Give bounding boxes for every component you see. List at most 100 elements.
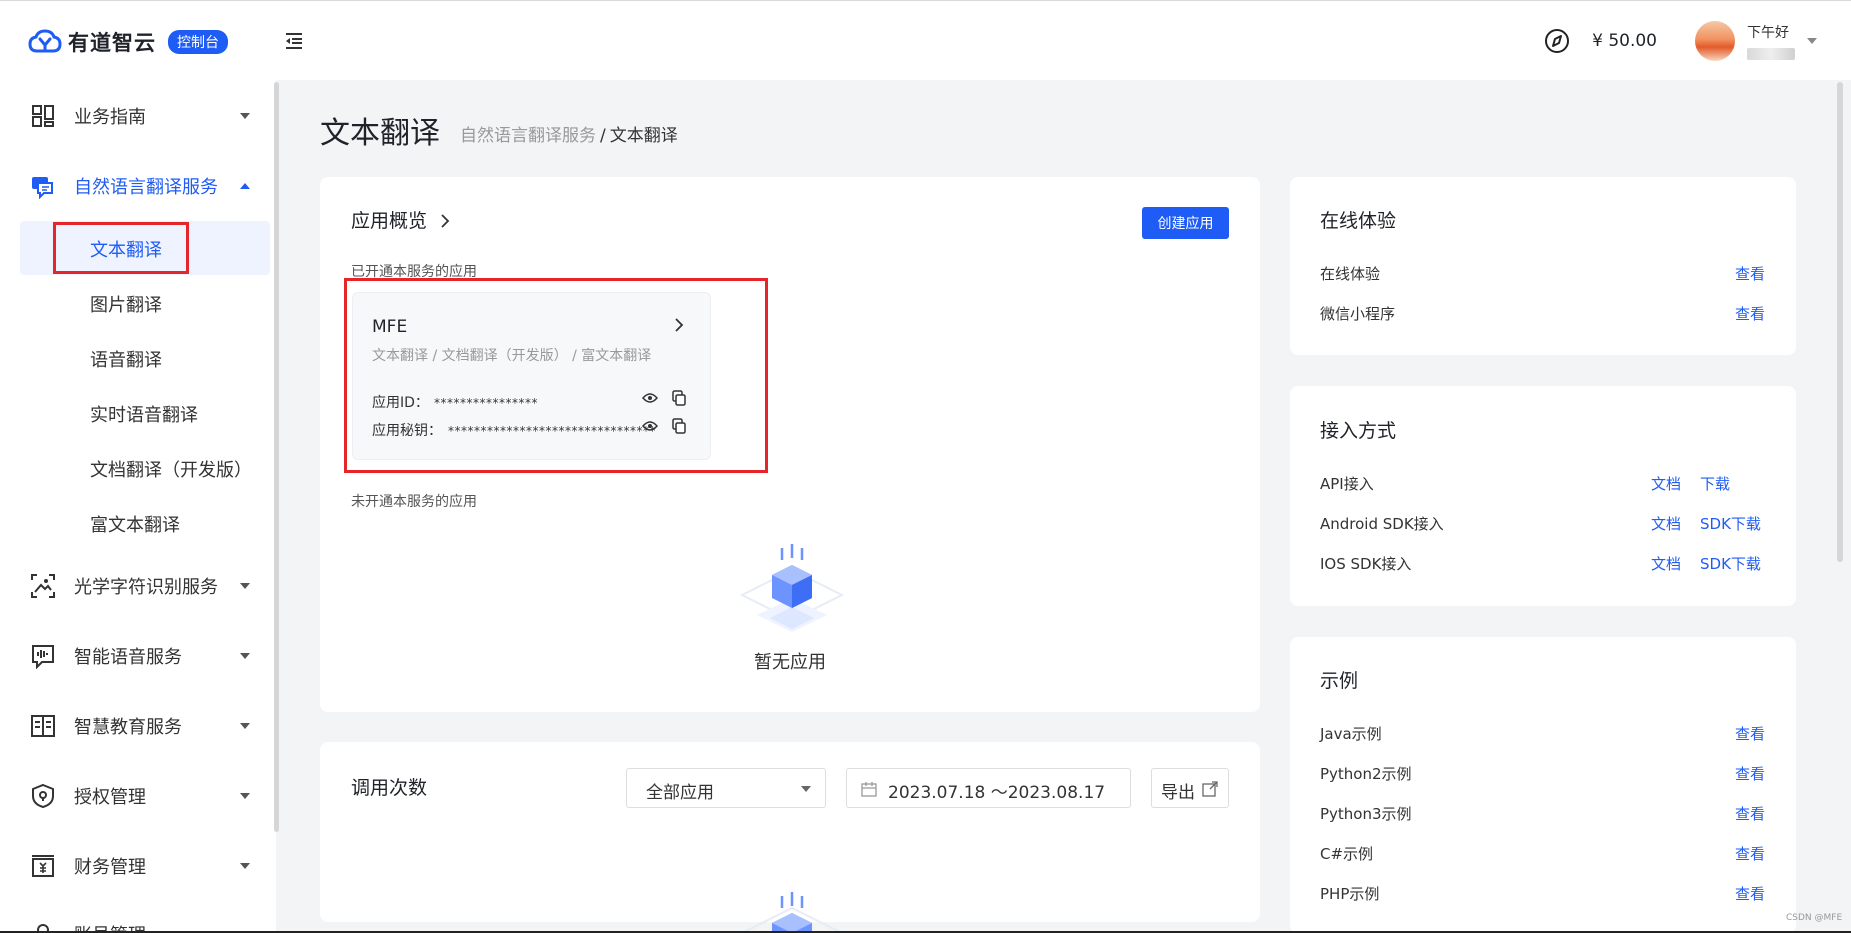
disabled-apps-label: 未开通本服务的应用 [351,494,477,510]
overview-title-text: 应用概览 [351,210,428,232]
book-icon [31,715,55,737]
sidebar-group-label: 自然语言翻译服务 [74,177,218,198]
sidebar-group-label: 光学字符识别服务 [74,577,218,598]
sidebar-group-label: 业务指南 [74,107,146,128]
chevron-down-icon [240,723,250,729]
sdk-download-link[interactable]: SDK下载 [1700,513,1761,534]
breadcrumb: 自然语言翻译服务 / 文本翻译 [460,121,678,146]
example-row-label: Python3示例 [1320,805,1412,823]
app-name: MFE [372,317,408,337]
watermark: CSDN @MFE [1786,913,1843,923]
sidebar-scrollbar[interactable] [274,82,279,832]
header-right: ¥ 50.00 下午好 [1544,1,1851,81]
chevron-down-icon [240,653,250,659]
chevron-down-icon [801,786,811,792]
examples-title: 示例 [1320,670,1359,692]
sidebar-group-label: 财务管理 [74,857,146,878]
ios-row-label: IOS SDK接入 [1320,555,1412,573]
sidebar-group-nlp[interactable]: 自然语言翻译服务 [30,166,250,206]
view-link[interactable]: 查看 [1735,763,1765,784]
sidebar-item-document-translate[interactable]: 文档翻译（开发版） [90,456,252,482]
highlight-box-app [344,278,768,473]
app-select[interactable]: 全部应用 [626,768,826,808]
sidebar-group-label: 授权管理 [74,787,146,808]
compass-icon[interactable] [1544,28,1570,54]
chevron-right-icon [441,214,450,228]
chevron-down-icon [240,583,250,589]
view-link[interactable]: 查看 [1735,723,1765,744]
chevron-down-icon [240,863,250,869]
breadcrumb-parent[interactable]: 自然语言翻译服务 [460,126,596,146]
example-row-label: PHP示例 [1320,885,1380,903]
download-link[interactable]: 下载 [1700,473,1730,494]
menu-collapse-icon[interactable] [284,31,304,51]
android-row-label: Android SDK接入 [1320,515,1444,533]
online-row-label: 在线体验 [1320,265,1381,283]
chevron-down-icon [240,113,250,119]
sidebar-group-label: 智能语音服务 [74,647,182,668]
greeting: 下午好 [1747,25,1789,41]
blurred-username [1747,48,1795,60]
sidebar-group-auth[interactable]: 授权管理 [30,776,250,816]
calendar-icon [861,782,877,797]
sidebar-group-education[interactable]: 智慧教育服务 [30,706,250,746]
chevron-right-icon[interactable] [672,318,686,332]
copy-icon[interactable] [672,418,686,434]
avatar[interactable] [1695,21,1735,61]
view-link[interactable]: 查看 [1735,843,1765,864]
sdk-download-link[interactable]: SDK下载 [1700,553,1761,574]
access-methods-title: 接入方式 [1320,420,1397,442]
sidebar-group-finance[interactable]: 财务管理 [30,846,250,886]
empty-box-illustration [739,544,845,632]
scan-image-icon [31,574,55,598]
cloud-logo-icon [28,29,62,53]
page-title: 文本翻译 [320,116,440,151]
export-button[interactable]: 导出 [1151,768,1229,808]
doc-link[interactable]: 文档 [1651,513,1681,534]
grid-icon [32,105,54,127]
date-range-picker[interactable]: 2023.07.18 ～2023.08.17 [846,768,1131,808]
user-info[interactable]: 下午好 [1747,22,1795,60]
view-link[interactable]: 查看 [1735,803,1765,824]
account-balance: ¥ 50.00 [1592,31,1657,51]
app-id-value: **************** [434,396,538,410]
view-link[interactable]: 查看 [1735,883,1765,904]
eye-icon[interactable] [642,392,658,404]
empty-state-text: 暂无应用 [754,652,826,673]
sidebar-item-richtext-translate[interactable]: 富文本翻译 [90,511,180,537]
view-link[interactable]: 查看 [1735,303,1765,324]
top-header: 有道智云 控制台 ¥ 50.00 下午好 [0,0,1851,80]
call-count-title: 调用次数 [351,777,428,799]
app-services: 文本翻译 / 文档翻译（开发版） / 富文本翻译 [372,348,652,364]
sidebar-group-guide[interactable]: 业务指南 [30,96,250,136]
overview-title[interactable]: 应用概览 [351,206,451,233]
sidebar-item-speech-translate[interactable]: 语音翻译 [90,346,162,372]
copy-icon[interactable] [672,390,686,406]
app-secret-label: 应用秘钥： [372,423,442,439]
empty-box-illustration [741,892,843,933]
page-scrollbar[interactable] [1837,82,1843,562]
view-link[interactable]: 查看 [1735,263,1765,284]
wechat-row-label: 微信小程序 [1320,305,1396,323]
sidebar-item-realtime-speech[interactable]: 实时语音翻译 [90,401,198,427]
app-secret-value: ******************************** [448,424,656,438]
create-app-button[interactable]: 创建应用 [1142,207,1229,239]
console-badge: 控制台 [168,30,228,54]
user-dropdown-icon[interactable] [1807,38,1817,44]
logo-text: 有道智云 [68,31,156,55]
external-link-icon [1202,781,1218,797]
api-row-label: API接入 [1320,475,1374,493]
example-row-label: Java示例 [1320,725,1382,743]
sidebar-group-ocr[interactable]: 光学字符识别服务 [30,566,250,606]
doc-link[interactable]: 文档 [1651,553,1681,574]
chevron-down-icon [240,793,250,799]
logo[interactable]: 有道智云 控制台 [28,27,228,57]
app-select-value: 全部应用 [646,783,714,803]
sidebar-item-text-translate[interactable]: 文本翻译 [90,236,162,262]
sidebar-group-voice[interactable]: 智能语音服务 [30,636,250,676]
shield-icon [32,783,54,809]
sidebar-item-image-translate[interactable]: 图片翻译 [90,291,162,317]
doc-link[interactable]: 文档 [1651,473,1681,494]
eye-icon[interactable] [642,420,658,432]
example-row-label: Python2示例 [1320,765,1412,783]
